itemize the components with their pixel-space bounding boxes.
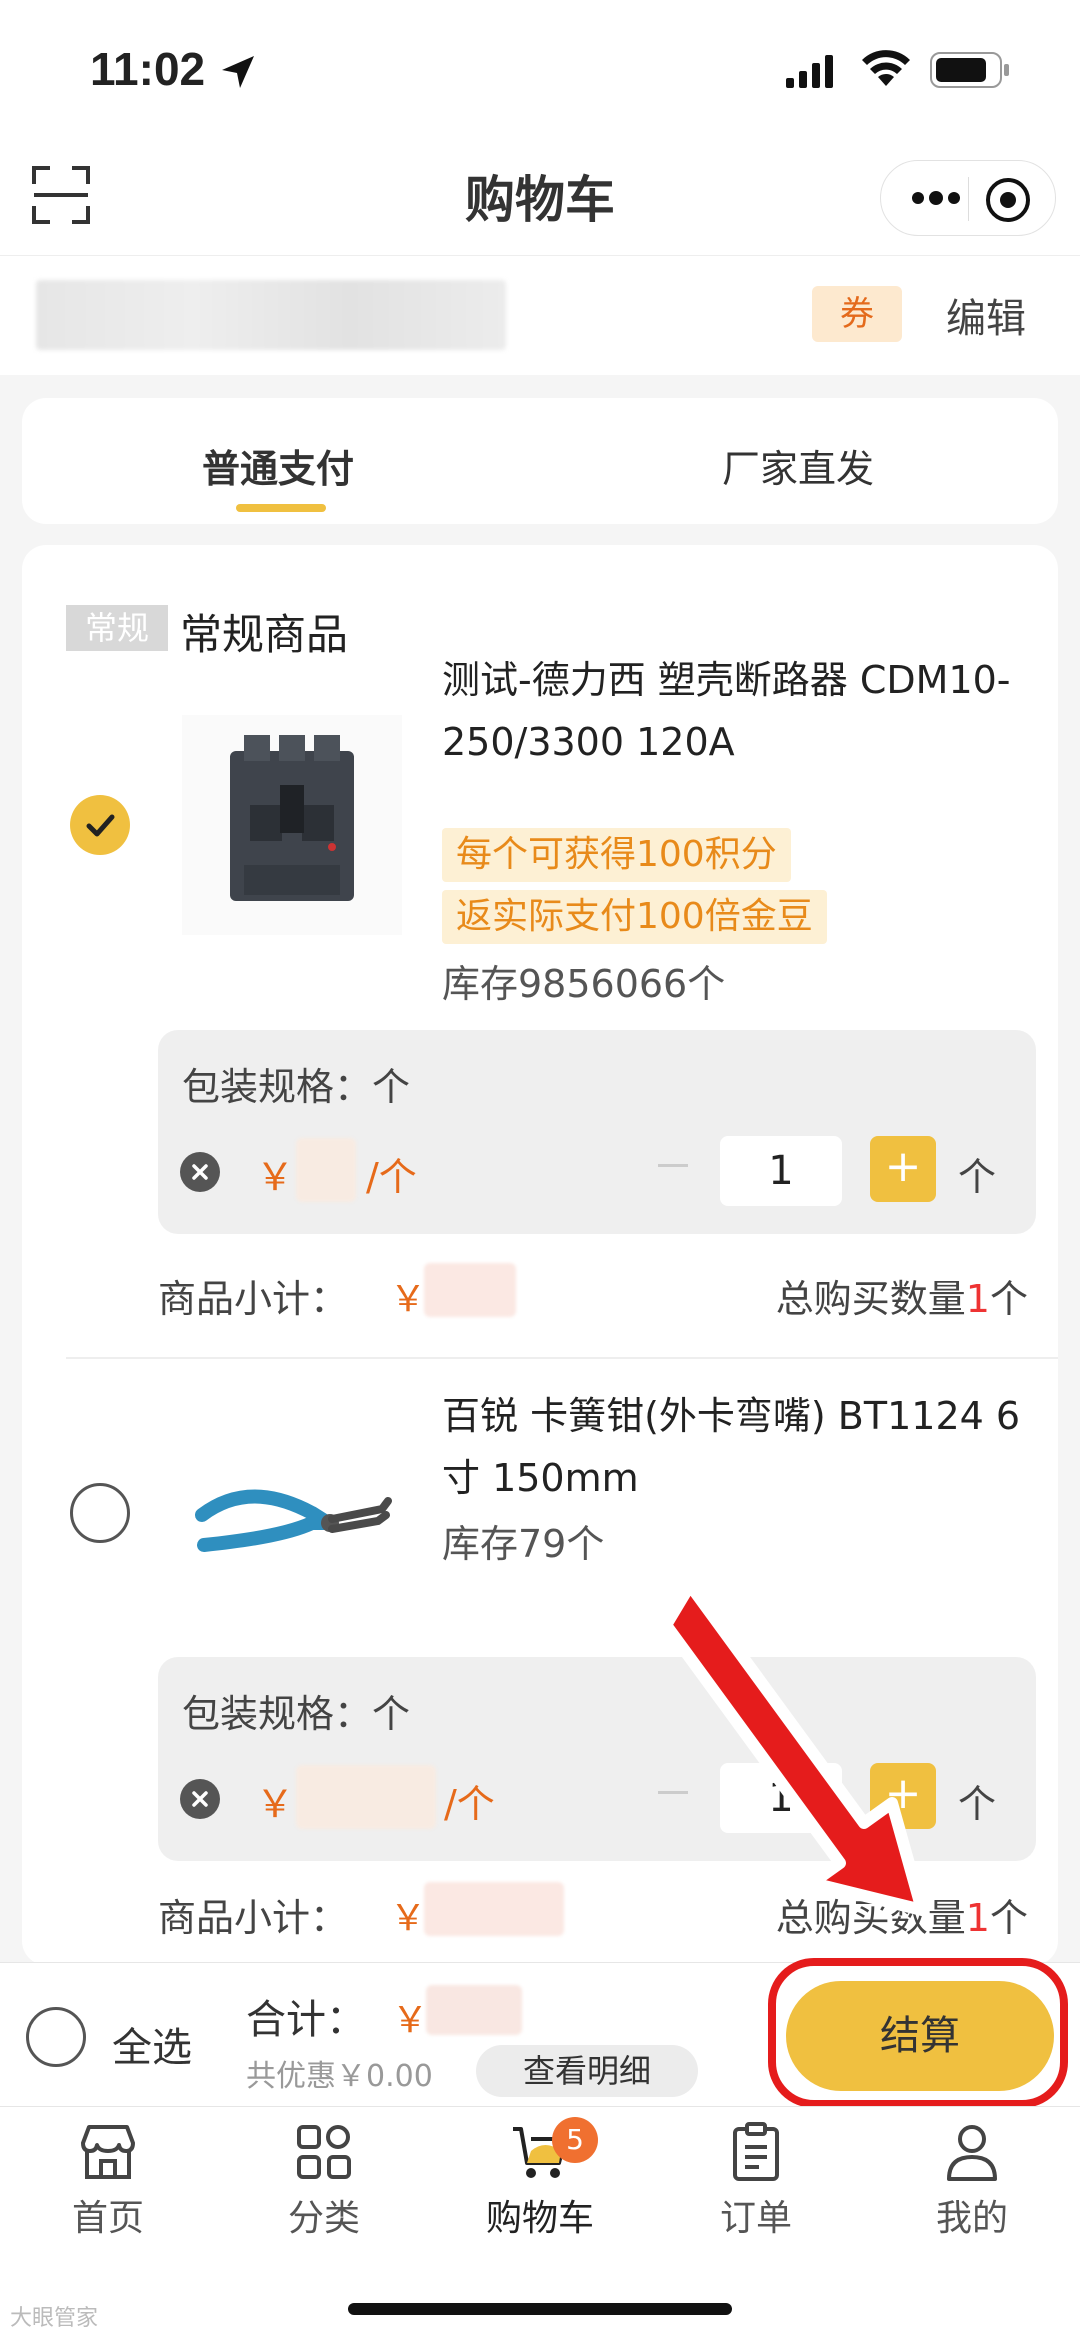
product-title[interactable]: 百锐 卡簧钳(外卡弯嘴) BT1124 6寸 150mm — [442, 1385, 1032, 1509]
select-all-label[interactable]: 全选 — [112, 2015, 192, 2073]
subtotal-redacted — [424, 1882, 564, 1936]
item-total-quantity: 总购买数量1个 — [776, 1268, 1028, 1323]
tab-cart[interactable]: 5 购物车 — [432, 2117, 648, 2241]
red-arrow-annotation — [660, 1579, 928, 1916]
remove-icon[interactable] — [180, 1152, 220, 1192]
tab-normal-payment[interactable]: 普通支付 — [202, 438, 354, 493]
item-checkbox-checked[interactable] — [70, 795, 130, 855]
spec-box: 包装规格：个 ￥ /个 1 + 个 — [158, 1030, 1036, 1234]
group-badge: 常规 — [66, 605, 168, 651]
total-currency: ￥ — [392, 2000, 429, 2041]
product-image-circlip-pliers[interactable] — [182, 1405, 402, 1625]
cart-count-badge: 5 — [552, 2117, 598, 2163]
user-icon — [947, 2125, 997, 2181]
quantity-unit: 个 — [958, 1155, 997, 1199]
gold-bean-tag: 返实际支付100倍金豆 — [442, 890, 827, 944]
total-qty-suffix: 个 — [989, 1896, 1028, 1940]
watermark-logo: 大眼管家 — [10, 2306, 99, 2331]
price-redacted — [296, 1138, 356, 1202]
address-row: 券 编辑 — [0, 255, 1080, 375]
address-redacted — [36, 280, 506, 350]
remove-icon[interactable] — [180, 1779, 220, 1819]
spec-label: 包装规格：个 — [182, 1065, 411, 1109]
status-bar: 11:02 — [0, 0, 1080, 150]
total-qty-value: 1 — [965, 1277, 990, 1321]
coupon-icon[interactable]: 券 — [812, 286, 902, 342]
tab-label: 订单 — [719, 2198, 792, 2239]
price-unit: /个 — [444, 1782, 495, 1826]
group-title: 常规商品 — [180, 610, 349, 659]
product-image-circuit-breaker[interactable] — [182, 715, 402, 935]
tab-label: 首页 — [71, 2198, 144, 2239]
store-icon — [81, 2125, 135, 2179]
capsule-divider — [968, 177, 969, 221]
checkmark-icon — [86, 814, 115, 837]
select-all-checkbox[interactable] — [26, 2007, 86, 2067]
tab-factory-direct[interactable]: 厂家直发 — [722, 438, 874, 493]
total-label: 合计： — [246, 1997, 366, 2043]
active-tab-indicator — [236, 504, 326, 512]
payment-tabs: 普通支付 厂家直发 — [22, 398, 1058, 524]
price-redacted — [296, 1765, 436, 1829]
price-currency: ￥ — [256, 1782, 295, 1826]
subtotal-currency: ￥ — [390, 1898, 427, 1939]
home-indicator[interactable] — [348, 2303, 732, 2315]
quantity-minus-button[interactable] — [658, 1164, 688, 1167]
total-qty-suffix: 个 — [989, 1277, 1028, 1321]
tab-profile[interactable]: 我的 — [864, 2121, 1080, 2241]
quantity-plus-button[interactable]: + — [870, 1136, 936, 1202]
location-arrow-icon — [222, 56, 254, 88]
discount-text: 共优惠￥0.00 — [246, 2059, 433, 2094]
tab-category[interactable]: 分类 — [216, 2121, 432, 2241]
tab-label: 购物车 — [485, 2198, 594, 2239]
total-redacted — [426, 1985, 522, 2035]
more-icon[interactable] — [911, 191, 961, 205]
price-currency: ￥ — [256, 1155, 295, 1199]
wifi-icon — [862, 50, 910, 86]
subtotal-label: 商品小计： — [158, 1896, 349, 1940]
subtotal-redacted — [424, 1263, 516, 1317]
tab-label: 分类 — [287, 2198, 360, 2239]
status-time: 11:02 — [90, 43, 206, 95]
total-qty-prefix: 总购买数量 — [775, 1277, 966, 1321]
quantity-input[interactable]: 1 — [720, 1136, 842, 1206]
stock-text: 库存9856066个 — [442, 962, 726, 1006]
tab-orders[interactable]: 订单 — [648, 2121, 864, 2241]
stock-text: 库存79个 — [442, 1522, 605, 1566]
tab-bar: 首页 分类 5 购物车 订单 我的 — [0, 2106, 1080, 2337]
miniprogram-capsule — [880, 160, 1056, 236]
points-tag: 每个可获得100积分 — [442, 828, 791, 882]
grid-icon — [297, 2125, 351, 2179]
cellular-signal-icon — [786, 55, 833, 88]
nav-bar: 购物车 — [0, 130, 1080, 255]
product-title[interactable]: 测试-德力西 塑壳断路器 CDM10-250/3300 120A — [442, 649, 1032, 773]
subtotal-label: 商品小计： — [158, 1277, 349, 1321]
view-details-button[interactable]: 查看明细 — [476, 2045, 698, 2097]
edit-button[interactable]: 编辑 — [946, 286, 1026, 344]
clipboard-icon — [733, 2122, 779, 2181]
subtotal-currency: ￥ — [390, 1279, 427, 1320]
spec-label: 包装规格：个 — [182, 1692, 411, 1736]
checkout-highlight-ring — [768, 1958, 1068, 2108]
battery-icon — [930, 52, 1009, 88]
close-miniprogram-icon[interactable] — [985, 177, 1031, 223]
item-checkbox-unchecked[interactable] — [70, 1483, 130, 1543]
tab-home[interactable]: 首页 — [0, 2121, 216, 2241]
price-unit: /个 — [366, 1155, 417, 1199]
tab-label: 我的 — [935, 2198, 1008, 2239]
item-divider — [66, 1357, 1058, 1359]
